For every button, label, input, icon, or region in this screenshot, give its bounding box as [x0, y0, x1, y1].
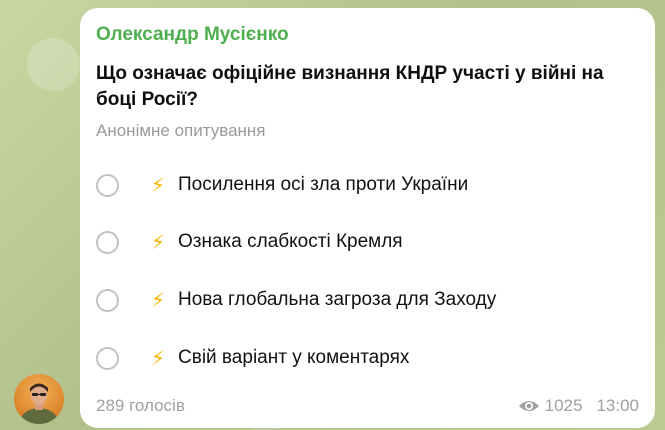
author-name[interactable]: Олександр Мусієнко [96, 24, 289, 46]
radio-unchecked-icon[interactable] [96, 173, 119, 197]
message-time: 13:00 [596, 396, 639, 415]
poll-message-bubble: Олександр Мусієнко Що означає офіційне в… [80, 8, 655, 428]
lightning-icon: ⚡ [150, 174, 166, 197]
poll-option-label: Ознака слабкості Кремля [178, 231, 403, 252]
poll-option-3[interactable]: ⚡ Нова глобальна загроза для Заходу [96, 282, 636, 318]
lightning-icon: ⚡ [150, 289, 166, 312]
lightning-icon: ⚡ [150, 347, 166, 370]
avatar-portrait-icon [20, 383, 58, 424]
eye-icon [518, 401, 539, 411]
lightning-icon: ⚡ [150, 231, 166, 254]
poll-question: Що означає офіційне визнання КНДР участі… [96, 63, 604, 110]
vote-count: 289 голосів [96, 396, 185, 415]
view-count: 1025 [544, 396, 583, 415]
radio-unchecked-icon[interactable] [96, 346, 119, 370]
author-avatar[interactable] [14, 374, 64, 424]
poll-type-label: Анонімне опитування [96, 121, 266, 140]
poll-option-label: Посилення осі зла проти України [178, 174, 469, 195]
poll-option-label: Свій варіант у коментарях [178, 347, 410, 368]
poll-option-2[interactable]: ⚡ Ознака слабкості Кремля [96, 224, 636, 260]
poll-option-label: Нова глобальна загроза для Заходу [178, 289, 497, 310]
message-meta: 1025 13:00 [518, 396, 639, 416]
poll-option-1[interactable]: ⚡ Посилення осі зла проти України [96, 167, 636, 203]
radio-unchecked-icon[interactable] [96, 288, 119, 312]
poll-option-4[interactable]: ⚡ Свій варіант у коментарях [96, 340, 636, 376]
radio-unchecked-icon[interactable] [96, 230, 119, 254]
